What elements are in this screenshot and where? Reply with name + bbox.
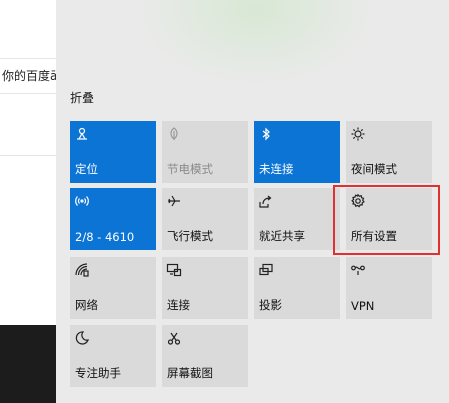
tile-label: 定位 xyxy=(75,162,98,176)
quick-action-screen-snip[interactable]: 屏幕截图 xyxy=(162,325,248,387)
quick-action-vpn[interactable]: VPN xyxy=(346,257,432,319)
mobile-hotspot-icon xyxy=(74,193,90,209)
tile-label: 就近共享 xyxy=(259,229,305,243)
search-text-fragment: 你的百度ā xyxy=(2,69,56,83)
quick-action-network[interactable]: 网络 xyxy=(70,257,156,319)
divider xyxy=(0,155,56,156)
browser-search-bar[interactable]: 你的百度ā xyxy=(0,58,56,94)
battery-saver-icon xyxy=(166,126,182,142)
tile-label: 2/8 - 4610 xyxy=(75,230,135,244)
night-light-icon xyxy=(350,126,366,142)
quick-action-project[interactable]: 投影 xyxy=(254,257,340,319)
project-icon xyxy=(258,262,274,278)
tile-label: 节电模式 xyxy=(167,162,213,176)
quick-action-location[interactable]: 定位 xyxy=(70,121,156,183)
quick-action-nearby-sharing[interactable]: 就近共享 xyxy=(254,188,340,250)
tile-label: VPN xyxy=(351,299,375,313)
bluetooth-icon xyxy=(258,126,274,142)
location-icon xyxy=(74,126,90,142)
quick-action-airplane-mode[interactable]: 飞行模式 xyxy=(162,188,248,250)
quick-action-bluetooth[interactable]: 未连接 xyxy=(254,121,340,183)
quick-action-focus-assist[interactable]: 专注助手 xyxy=(70,325,156,387)
tile-label: 屏幕截图 xyxy=(167,366,213,380)
collapse-button[interactable]: 折叠 xyxy=(70,89,94,106)
tile-label: 投影 xyxy=(259,298,282,312)
tile-label: 专注助手 xyxy=(75,366,121,380)
tile-label: 未连接 xyxy=(259,162,294,176)
connect-icon xyxy=(166,262,182,278)
quick-action-night-light[interactable]: 夜间模式 xyxy=(346,121,432,183)
focus-assist-icon xyxy=(74,330,90,346)
network-icon xyxy=(74,262,90,278)
background-window: 你的百度ā xyxy=(0,0,56,403)
taskbar-area xyxy=(0,325,56,403)
quick-action-connect[interactable]: 连接 xyxy=(162,257,248,319)
tile-label: 夜间模式 xyxy=(351,162,397,176)
airplane-icon xyxy=(166,193,182,209)
tile-label: 网络 xyxy=(75,298,98,312)
tile-label: 飞行模式 xyxy=(167,229,213,243)
tile-label: 连接 xyxy=(167,298,190,312)
quick-action-mobile-hotspot[interactable]: 2/8 - 4610 xyxy=(70,188,156,250)
screen-snip-icon xyxy=(166,330,182,346)
nearby-share-icon xyxy=(258,193,274,209)
vpn-icon xyxy=(350,262,366,278)
quick-action-battery-saver[interactable]: 节电模式 xyxy=(162,121,248,183)
highlight-box xyxy=(333,185,440,255)
